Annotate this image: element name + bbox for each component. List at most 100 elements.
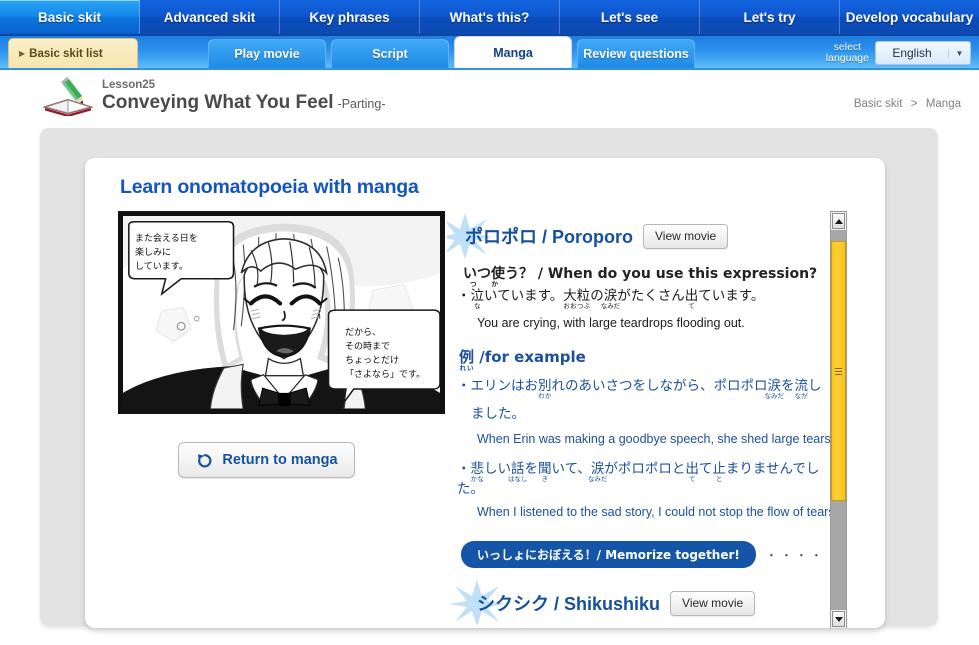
breadcrumb-current: Manga xyxy=(925,98,961,110)
entry-header-poroporo: ポロポロ / Poroporo View movie xyxy=(447,213,839,259)
ruby-waka: わか xyxy=(538,392,552,400)
nav-label: Let's see xyxy=(600,9,659,25)
basic-skit-list-button[interactable]: ▶ Basic skit list xyxy=(8,38,138,68)
tab-label: Manga xyxy=(493,45,533,60)
entry-title-shikushiku: シクシク / Shikushiku xyxy=(477,590,660,616)
content-columns: また会える日を 楽しみに しています。 だから、 その時まで ちょっとだけ 「さ… xyxy=(85,211,885,628)
scrollbar-grip-icon xyxy=(835,366,842,377)
page-body: Learn onomatopoeia with manga また会える日を 楽し… xyxy=(0,118,979,643)
entry-header-shikushiku: シクシク / Shikushiku View movie xyxy=(449,580,839,627)
chevron-down-icon xyxy=(834,616,843,622)
nav-label: Develop vocabulary xyxy=(845,9,974,25)
nav-item-lets-see[interactable]: Let's see xyxy=(560,0,700,34)
bullet-prefix: ・ xyxy=(457,288,471,304)
nav-label: Advanced skit xyxy=(163,9,256,25)
language-dropdown[interactable]: English ▼ xyxy=(875,41,971,65)
manga-speech-bubble-right: だから、 その時まで ちょっとだけ 「さよなら」です。 xyxy=(345,328,426,380)
lesson-text-block: Lesson25 Conveying What You Feel -Partin… xyxy=(102,79,385,114)
lesson-header: Lesson25 Conveying What You Feel -Partin… xyxy=(0,70,979,118)
ruby-te: て xyxy=(684,302,699,310)
manga-speech-bubble-left: また会える日を 楽しみに しています。 xyxy=(135,234,198,272)
onomatopoeia-scroll-viewport: ポロポロ / Poroporo View movie いつ使つかう？ / Whe… xyxy=(447,211,845,628)
view-movie-button-shikushiku[interactable]: View movie xyxy=(670,590,756,616)
example-1-japanese-cont: ました。 xyxy=(471,406,525,422)
scrollbar-track[interactable] xyxy=(831,230,846,610)
usage-english-line: You are crying, with large teardrops flo… xyxy=(477,316,745,330)
entry-title-jp: ポロポロ xyxy=(465,227,537,247)
tab-review-questions[interactable]: Review questions xyxy=(577,39,695,68)
ruby-ki: き xyxy=(538,475,552,484)
return-to-manga-button[interactable]: Return to manga xyxy=(178,442,355,478)
entry-title-separator: / xyxy=(549,594,565,615)
sub-navigation: ▶ Basic skit list Play movie Script Mang… xyxy=(0,36,979,70)
manga-column: また会える日を 楽しみに しています。 だから、 その時まで ちょっとだけ 「さ… xyxy=(85,211,445,628)
ruby-tsuka: つか xyxy=(463,280,505,288)
onomatopoeia-list: ポロポロ / Poroporo View movie いつ使つかう？ / Whe… xyxy=(447,213,845,627)
main-navigation: Basic skit Advanced skit Key phrases Wha… xyxy=(0,0,979,36)
example-1-japanese: ・エリンはお別わかれのあいさつをしながら、ポロポロ涙なみだを流ながし xyxy=(457,378,822,400)
onomatopoeia-column: ポロポロ / Poroporo View movie いつ使つかう？ / Whe… xyxy=(447,211,847,628)
view-movie-label: View movie xyxy=(682,596,744,611)
nav-item-develop-vocabulary[interactable]: Develop vocabulary xyxy=(840,0,979,34)
undo-arrow-icon xyxy=(198,453,212,467)
book-pencil-icon xyxy=(42,76,94,116)
lesson-title-row: Conveying What You Feel -Parting- xyxy=(102,92,385,114)
view-movie-button-poroporo[interactable]: View movie xyxy=(643,223,729,249)
nav-item-advanced-skit[interactable]: Advanced skit xyxy=(140,0,280,34)
nav-label: Let's try xyxy=(743,9,796,25)
entry-title-poroporo: ポロポロ / Poroporo xyxy=(465,223,633,249)
nav-item-lets-try[interactable]: Let's try xyxy=(700,0,840,34)
entry-title-separator: / xyxy=(537,227,553,247)
nav-item-basic-skit[interactable]: Basic skit xyxy=(0,0,140,34)
breadcrumb: Basic skit > Manga xyxy=(854,96,961,110)
lesson-subtitle: -Parting- xyxy=(337,96,386,111)
example-label: 例れい /for example xyxy=(459,348,586,372)
ruby-to: と xyxy=(712,475,726,484)
ruby-namida: なみだ xyxy=(764,392,785,400)
ruby-naga: なが xyxy=(794,392,809,400)
triangle-right-icon: ▶ xyxy=(19,49,26,58)
scrollbar-thumb[interactable] xyxy=(831,241,846,501)
language-selector-area: select language English ▼ xyxy=(826,41,971,65)
tab-label: Script xyxy=(372,47,408,61)
sub-tab-group: Play movie Script Manga Review questions xyxy=(208,36,700,68)
tab-play-movie[interactable]: Play movie xyxy=(208,39,326,68)
example-1-english: When Erin was making a goodbye speech, s… xyxy=(477,432,835,447)
tab-label: Review questions xyxy=(583,47,689,61)
tab-script[interactable]: Script xyxy=(331,39,449,68)
nav-item-key-phrases[interactable]: Key phrases xyxy=(280,0,420,34)
tab-manga[interactable]: Manga xyxy=(454,36,572,68)
example-2-english: When I listened to the sad story, I coul… xyxy=(477,505,839,520)
content-scrollbar[interactable] xyxy=(830,211,847,628)
chevron-up-icon xyxy=(834,218,843,224)
view-movie-label: View movie xyxy=(655,229,717,243)
ruby-na: な xyxy=(470,302,485,310)
entry-title-romaji: Shikushiku xyxy=(564,594,661,615)
ruby-kana: かな xyxy=(470,475,485,484)
scroll-up-button[interactable] xyxy=(832,213,845,229)
usage-question-line: いつ使つかう？ / When do you use this expressio… xyxy=(463,266,818,288)
language-value: English xyxy=(892,46,932,60)
scroll-down-button[interactable] xyxy=(832,611,845,627)
return-to-manga-label: Return to manga xyxy=(222,452,338,468)
panel-title: Learn onomatopoeia with manga xyxy=(120,176,419,198)
usage-japanese-line: ・泣ないています。大粒おおつぶの涙なみだがたくさん出てています。 xyxy=(457,288,765,310)
example-2-japanese: ・悲かなしい話はなしを聞きいて、涙なみだがポロポロと出てて止とまりませんでした。 xyxy=(457,461,820,498)
page-title: Conveying What You Feel xyxy=(102,91,334,113)
nav-item-whats-this[interactable]: What's this? xyxy=(420,0,560,34)
select-language-label: select language xyxy=(826,42,869,64)
chevron-down-icon: ▼ xyxy=(948,48,970,58)
ruby-te: て xyxy=(685,475,699,484)
breadcrumb-separator: > xyxy=(910,96,918,110)
ruby-hanashi: はなし xyxy=(508,475,528,484)
ruby-ootsubu: おおつぶ xyxy=(563,302,591,310)
memorize-together-badge: いっしょにおぼえる！/ Memorize together! xyxy=(461,541,756,569)
nav-label: What's this? xyxy=(449,9,530,25)
lesson-number: Lesson25 xyxy=(102,78,156,91)
nav-label: Basic skit xyxy=(37,9,102,25)
basic-skit-list-label: Basic skit list xyxy=(29,47,103,60)
manga-content-panel: Learn onomatopoeia with manga また会える日を 楽し… xyxy=(85,158,885,628)
select-language-line2: language xyxy=(825,52,869,64)
breadcrumb-parent[interactable]: Basic skit xyxy=(854,98,903,110)
entry-title-jp: シクシク xyxy=(477,594,549,615)
